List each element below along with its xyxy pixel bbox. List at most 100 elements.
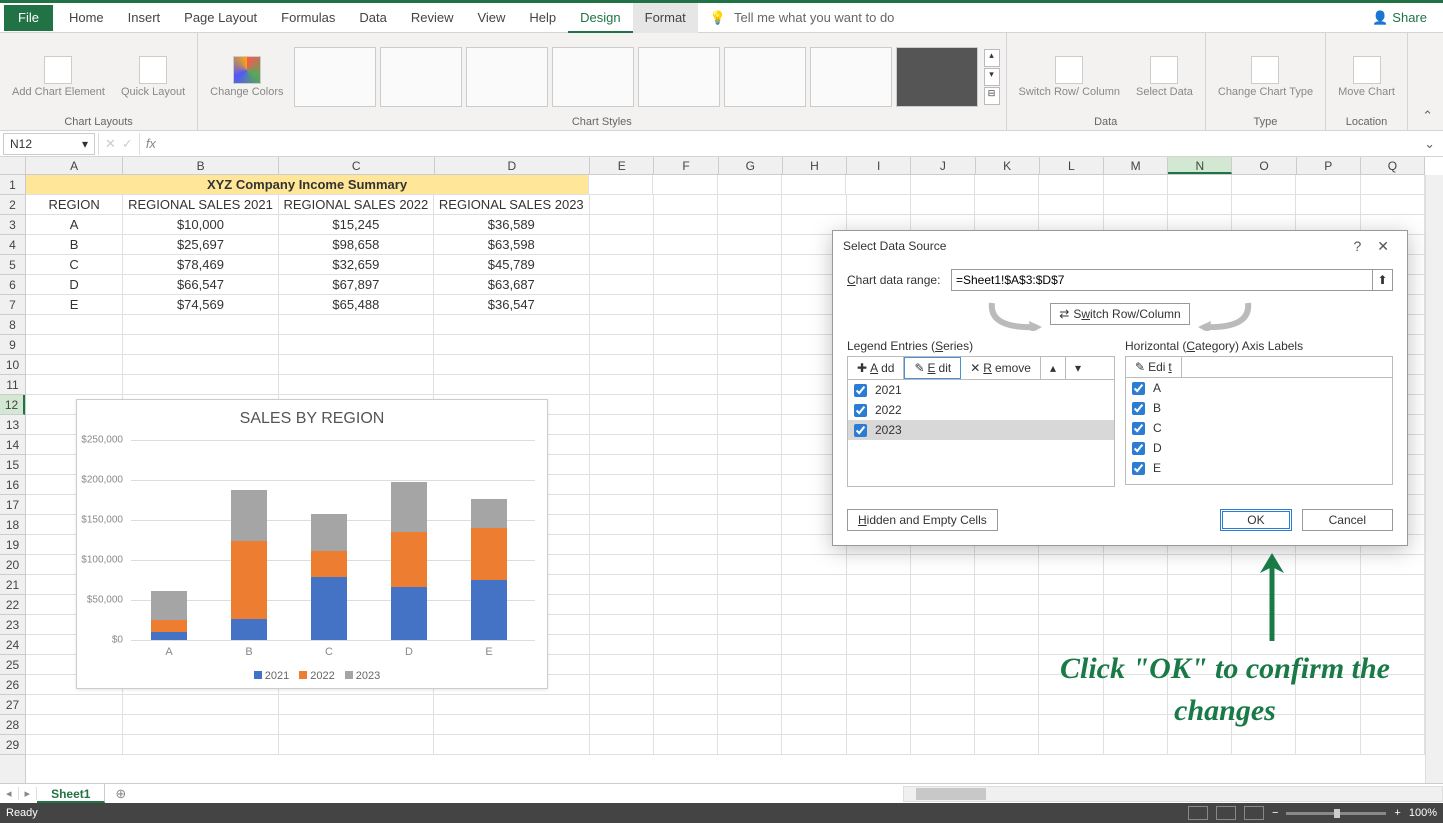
row-header-21[interactable]: 21 [0, 575, 25, 595]
row-header-10[interactable]: 10 [0, 355, 25, 375]
chart-style-8[interactable] [896, 47, 978, 107]
category-item[interactable]: D [1126, 438, 1392, 458]
ok-button[interactable]: OK [1220, 509, 1291, 531]
tab-view[interactable]: View [465, 3, 517, 33]
edit-axis-labels-button[interactable]: ✎Edit [1126, 357, 1182, 377]
row-header-14[interactable]: 14 [0, 435, 25, 455]
column-header-L[interactable]: L [1040, 157, 1104, 174]
row-header-15[interactable]: 15 [0, 455, 25, 475]
zoom-in-button[interactable]: + [1394, 807, 1400, 819]
fx-icon[interactable]: fx [140, 136, 162, 151]
row-header-19[interactable]: 19 [0, 535, 25, 555]
category-checkbox[interactable] [1132, 422, 1145, 435]
category-item[interactable]: A [1126, 378, 1392, 398]
change-colors-button[interactable]: Change Colors [204, 54, 289, 100]
row-header-11[interactable]: 11 [0, 375, 25, 395]
column-header-C[interactable]: C [279, 157, 435, 174]
column-header-I[interactable]: I [847, 157, 911, 174]
normal-view-button[interactable] [1188, 806, 1208, 820]
collapse-ribbon-button[interactable]: ⌃ [1412, 102, 1443, 130]
formula-input[interactable] [162, 133, 1416, 155]
category-listbox[interactable]: ABCDE [1125, 377, 1393, 485]
tab-formulas[interactable]: Formulas [269, 3, 347, 33]
tab-home[interactable]: Home [57, 3, 116, 33]
zoom-out-button[interactable]: − [1272, 807, 1278, 819]
row-header-4[interactable]: 4 [0, 235, 25, 255]
chart-data-range-input[interactable] [951, 269, 1373, 291]
vertical-scrollbar[interactable] [1425, 175, 1443, 783]
cancel-button[interactable]: Cancel [1302, 509, 1393, 531]
column-header-J[interactable]: J [911, 157, 975, 174]
chart-style-7[interactable] [810, 47, 892, 107]
row-header-18[interactable]: 18 [0, 515, 25, 535]
row-header-2[interactable]: 2 [0, 195, 25, 215]
move-down-button[interactable]: ▾ [1066, 357, 1090, 379]
row-header-22[interactable]: 22 [0, 595, 25, 615]
row-header-28[interactable]: 28 [0, 715, 25, 735]
row-header-13[interactable]: 13 [0, 415, 25, 435]
column-header-N[interactable]: N [1168, 157, 1232, 174]
range-picker-button[interactable]: ⬆ [1373, 269, 1393, 291]
styles-prev-row[interactable]: ▴ [984, 49, 1000, 67]
series-item[interactable]: 2023 [848, 420, 1114, 440]
column-header-K[interactable]: K [976, 157, 1040, 174]
file-menu[interactable]: File [4, 5, 53, 31]
row-header-25[interactable]: 25 [0, 655, 25, 675]
category-item[interactable]: C [1126, 418, 1392, 438]
quick-layout-button[interactable]: Quick Layout [115, 54, 191, 100]
row-header-12[interactable]: 12 [0, 395, 25, 415]
series-checkbox[interactable] [854, 424, 867, 437]
series-item[interactable]: 2022 [848, 400, 1114, 420]
select-all-corner[interactable] [0, 157, 26, 175]
page-break-view-button[interactable] [1244, 806, 1264, 820]
sheet-tab-sheet1[interactable]: Sheet1 [37, 784, 105, 803]
tab-design[interactable]: Design [568, 3, 632, 33]
series-listbox[interactable]: 202120222023 [847, 379, 1115, 487]
close-button[interactable]: ✕ [1369, 238, 1397, 255]
remove-series-button[interactable]: ✕Remove [961, 357, 1041, 379]
row-header-17[interactable]: 17 [0, 495, 25, 515]
row-header-27[interactable]: 27 [0, 695, 25, 715]
switch-row-column-dialog-button[interactable]: ⇄ Switch Row/Column [1050, 303, 1189, 325]
row-header-8[interactable]: 8 [0, 315, 25, 335]
column-header-E[interactable]: E [590, 157, 654, 174]
chart-style-5[interactable] [638, 47, 720, 107]
chart-style-4[interactable] [552, 47, 634, 107]
tab-page-layout[interactable]: Page Layout [172, 3, 269, 33]
series-item[interactable]: 2021 [848, 380, 1114, 400]
column-header-O[interactable]: O [1232, 157, 1296, 174]
embedded-chart[interactable]: SALES BY REGION $0$50,000$100,000$150,00… [76, 399, 548, 689]
cancel-formula-icon[interactable]: ✕ [105, 136, 116, 152]
row-header-29[interactable]: 29 [0, 735, 25, 755]
name-box-dropdown-icon[interactable]: ▾ [82, 137, 88, 151]
edit-series-button[interactable]: ✎Edit [904, 357, 961, 379]
add-series-button[interactable]: ✚Add [848, 357, 904, 379]
row-header-5[interactable]: 5 [0, 255, 25, 275]
enter-formula-icon[interactable]: ✓ [122, 136, 133, 152]
styles-next-row[interactable]: ▾ [984, 68, 1000, 86]
row-header-1[interactable]: 1 [0, 175, 25, 195]
column-header-B[interactable]: B [123, 157, 279, 174]
chart-style-6[interactable] [724, 47, 806, 107]
column-header-H[interactable]: H [783, 157, 847, 174]
column-header-F[interactable]: F [654, 157, 718, 174]
move-chart-button[interactable]: Move Chart [1332, 54, 1401, 100]
add-chart-element-button[interactable]: Add Chart Element [6, 54, 111, 100]
share-button[interactable]: 👤 Share [1372, 10, 1427, 26]
page-layout-view-button[interactable] [1216, 806, 1236, 820]
styles-more[interactable]: ⊟ [984, 87, 1000, 105]
row-header-20[interactable]: 20 [0, 555, 25, 575]
row-header-23[interactable]: 23 [0, 615, 25, 635]
category-checkbox[interactable] [1132, 442, 1145, 455]
row-header-24[interactable]: 24 [0, 635, 25, 655]
column-header-A[interactable]: A [26, 157, 123, 174]
change-chart-type-button[interactable]: Change Chart Type [1212, 54, 1319, 100]
column-header-D[interactable]: D [435, 157, 591, 174]
row-header-26[interactable]: 26 [0, 675, 25, 695]
chart-style-1[interactable] [294, 47, 376, 107]
column-header-Q[interactable]: Q [1361, 157, 1425, 174]
series-checkbox[interactable] [854, 384, 867, 397]
category-checkbox[interactable] [1132, 382, 1145, 395]
add-sheet-button[interactable]: ⊕ [105, 786, 136, 802]
select-data-button[interactable]: Select Data [1130, 54, 1199, 100]
